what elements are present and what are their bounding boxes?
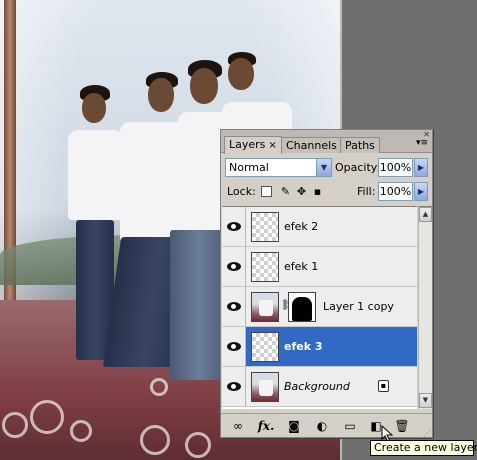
panel-bottom-toolbar: ∞ fx. ◙ ◐ ▭ ◧ 🗑 xyxy=(221,413,432,437)
tab-paths[interactable]: Paths xyxy=(340,137,380,153)
layer-list: efek 2 efek 1 ⛓ Layer 1 copy efek 3 Back… xyxy=(222,206,417,409)
lock-row: Lock: ✎ ✥ ▪ Fill: 100% ▶ xyxy=(225,182,430,202)
eye-icon[interactable] xyxy=(222,207,246,246)
decor-circle xyxy=(70,420,92,442)
fill-input[interactable]: 100% xyxy=(378,182,413,201)
layer-row-efek-1[interactable]: efek 1 xyxy=(222,247,417,287)
layer-thumbnail xyxy=(251,252,279,282)
layer-thumbnail xyxy=(251,212,279,242)
tooltip: Create a new layer xyxy=(370,440,477,456)
eye-icon[interactable] xyxy=(222,327,246,366)
decor-circle xyxy=(185,432,211,458)
blend-row: Normal ▼ Opacity: 100% ▶ xyxy=(225,158,430,178)
adjustment-icon[interactable]: ◐ xyxy=(313,418,331,434)
chevron-down-icon[interactable]: ▼ xyxy=(316,159,331,176)
decor-circle xyxy=(140,425,170,455)
layer-name: Background xyxy=(284,380,350,393)
scroll-down-icon[interactable]: ▼ xyxy=(419,393,432,408)
folder-icon[interactable]: ▭ xyxy=(341,418,359,434)
layer-name: Layer 1 copy xyxy=(323,300,394,313)
eye-icon[interactable] xyxy=(222,247,246,286)
lock-all-icon[interactable]: ▪ xyxy=(311,185,324,198)
opacity-input[interactable]: 100% xyxy=(378,158,413,177)
lock-position-move-icon[interactable]: ✥ xyxy=(295,185,308,198)
lock-pixels-brush-icon[interactable]: ✎ xyxy=(279,185,292,198)
layer-thumbnail xyxy=(251,372,279,402)
link-icon[interactable]: ∞ xyxy=(229,418,247,434)
fx-icon[interactable]: fx. xyxy=(257,418,275,434)
decor-circle xyxy=(150,378,168,396)
opacity-label: Opacity: xyxy=(335,161,381,174)
panel-tabs: Layers × Channels Paths ✕ ▾≡ xyxy=(221,130,432,154)
layer-name: efek 1 xyxy=(284,260,319,273)
layer-name: efek 3 xyxy=(284,340,323,353)
trash-icon[interactable]: 🗑 xyxy=(393,418,411,434)
panel-menu-icon[interactable]: ▾≡ xyxy=(416,139,428,148)
tab-paths-label: Paths xyxy=(345,139,375,152)
tab-layers-label: Layers xyxy=(229,138,266,151)
layer-name: efek 2 xyxy=(284,220,319,233)
layer-row-layer-1-copy[interactable]: ⛓ Layer 1 copy xyxy=(222,287,417,327)
eye-icon[interactable] xyxy=(222,287,246,326)
decor-circle xyxy=(30,400,64,434)
layer-row-efek-3[interactable]: efek 3 xyxy=(222,327,417,367)
layer-thumbnail xyxy=(251,292,279,322)
scroll-up-icon[interactable]: ▲ xyxy=(419,207,432,222)
layer-thumbnail xyxy=(251,332,279,362)
layers-scrollbar[interactable]: ▲ ▼ xyxy=(418,206,432,409)
fill-label: Fill: xyxy=(357,185,376,198)
tab-channels-label: Channels xyxy=(286,139,337,152)
resize-grip-icon[interactable]: ⋰ xyxy=(423,429,431,438)
lock-transparency-icon[interactable] xyxy=(261,186,272,197)
layer-row-background[interactable]: Background ▪ xyxy=(222,367,417,407)
tab-channels[interactable]: Channels xyxy=(281,137,342,153)
lock-icon: ▪ xyxy=(378,380,389,392)
lock-label: Lock: xyxy=(227,185,256,198)
opacity-slider-button[interactable]: ▶ xyxy=(414,158,428,177)
eye-icon[interactable] xyxy=(222,367,246,406)
mask-icon[interactable]: ◙ xyxy=(285,418,303,434)
decor-circle xyxy=(2,412,28,438)
tab-layers[interactable]: Layers × xyxy=(224,136,282,154)
blend-mode-select[interactable]: Normal ▼ xyxy=(225,158,332,177)
blend-mode-value: Normal xyxy=(229,161,269,174)
close-icon[interactable]: × xyxy=(268,140,276,151)
layers-panel: Layers × Channels Paths ✕ ▾≡ Normal ▼ Opa… xyxy=(220,129,433,438)
fill-slider-button[interactable]: ▶ xyxy=(414,182,428,201)
layer-row-efek-2[interactable]: efek 2 xyxy=(222,207,417,247)
layer-mask-thumbnail[interactable] xyxy=(288,292,316,322)
